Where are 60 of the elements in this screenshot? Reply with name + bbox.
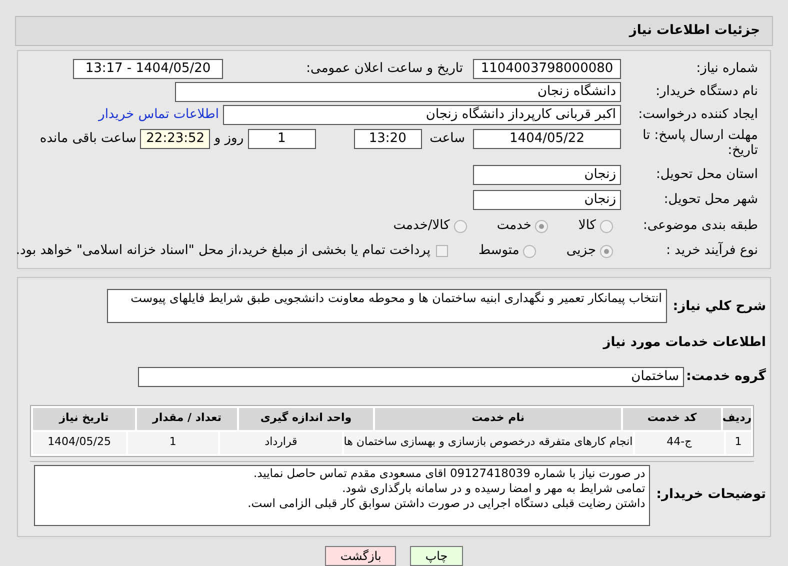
column-header: ردیف: [723, 408, 751, 430]
notes-line: داشتن رضایت قبلی دستگاه اجرایی در صورت داشتن سوابق کار قبلی الزامی است.: [246, 496, 646, 510]
table-cell: 1: [128, 432, 218, 454]
text-field[interactable]: 13:20: [354, 129, 422, 149]
text-field[interactable]: اکبر قربانی کارپرداز دانشگاه زنجان: [223, 105, 621, 125]
field-label: شرح کلي نياز:: [672, 298, 766, 316]
notes-line: در صورت نیاز با شماره 09127418039 اقای مسعودی مقدم تماس حاصل نمایید.: [252, 466, 646, 480]
page-title: جزئیات اطلاعات نیاز: [629, 22, 760, 40]
field-label: طبقه بندی موضوعی:: [642, 217, 758, 236]
summary-textarea[interactable]: انتخاب پیمانکار تعمیر و نگهداری ابنیه ساختمان ها و محوطه معاونت دانشجویی طبق شرایط فایلهای پیوست: [106, 289, 667, 323]
radio-button[interactable]: [535, 220, 548, 232]
column-header: تاریخ نیاز: [33, 408, 135, 430]
field-label: استان محل تحویل:: [655, 166, 758, 184]
text-field[interactable]: زنجان: [473, 165, 621, 185]
table-cell: قرارداد: [220, 432, 342, 454]
field-label: شماره نیاز:: [695, 60, 758, 78]
radio-button[interactable]: [600, 220, 613, 232]
text-field[interactable]: 1404/05/22: [473, 129, 621, 149]
print-button[interactable]: چاپ: [410, 546, 463, 566]
table-cell: انجام کارهای متفرقه درخصوص بازسازی و بهسازی ساختمان ها: [344, 432, 633, 454]
field-label: جزیی: [566, 242, 596, 260]
field-label: ایجاد کننده درخواست:: [637, 106, 758, 124]
field-label: متوسط: [478, 242, 520, 260]
field-label: ساعت باقی مانده: [40, 130, 136, 148]
buyer-contact-link[interactable]: اطلاعات تماس خریدار: [98, 105, 219, 125]
field-label: مهلت ارسال پاسخ: تا تاریخ:: [642, 128, 758, 158]
column-header: واحد اندازه گیری: [239, 408, 373, 430]
checkbox[interactable]: [436, 245, 448, 257]
section-heading: اطلاعات خدمات مورد نیاز: [603, 334, 766, 352]
column-header: تعداد / مقدار: [137, 408, 237, 430]
radio-button[interactable]: [454, 220, 467, 232]
notes-line: تمامی شرایط به مهر و امضا رسیده و در سامانه بارگذاری شود.: [341, 480, 646, 496]
field-label: ساعت: [428, 130, 466, 148]
field-label: گروه خدمت:: [685, 367, 766, 386]
radio-button[interactable]: [523, 244, 536, 258]
table-cell: 1404/05/25: [33, 432, 126, 454]
field-label: نوع فرآیند خرید :: [665, 241, 758, 260]
text-field[interactable]: 1: [248, 129, 316, 149]
field-label: شهر محل تحویل:: [662, 191, 758, 210]
column-header: کد خدمت: [623, 408, 721, 430]
text-field[interactable]: 1404/05/20 - 13:17: [73, 59, 223, 79]
text-field[interactable]: ساختمان: [138, 366, 684, 386]
table-cell: 1: [726, 432, 751, 454]
field-label: پرداخت تمام یا بخشی از مبلغ خرید،از محل "اسناد خزانه اسلامی" خواهد بود.: [16, 242, 430, 260]
field-label: روز و: [214, 130, 244, 148]
field-label: کالا: [578, 217, 596, 236]
back-button[interactable]: بازگشت: [325, 546, 396, 566]
text-field[interactable]: زنجان: [473, 190, 621, 210]
radio-button[interactable]: [600, 244, 613, 258]
column-header: نام خدمت: [375, 408, 621, 430]
field-label: تاریخ و ساعت اعلان عمومی:: [305, 60, 464, 78]
text-field[interactable]: 1104003798000080: [473, 59, 621, 79]
field-label: خدمت: [496, 217, 532, 236]
text-field[interactable]: 22:23:52: [140, 129, 210, 149]
notes-textarea[interactable]: در صورت نیاز با شماره 09127418039 اقای مسعودی مقدم تماس حاصل نمایید. تمامی شرایط به مهر و امضا رسیده و در سامانه بارگذاری شود. داشتن رضایت قبلی دستگاه اجرایی در صورت داشتن سوابق کار قبلی الزامی است.: [34, 464, 650, 526]
table-cell: ج-44: [634, 432, 724, 454]
text-field[interactable]: دانشگاه زنجان: [175, 82, 621, 102]
field-label: نام دستگاه خریدار:: [654, 82, 758, 102]
field-label: توضیحات خریدار:: [656, 486, 766, 504]
field-label: کالا/خدمت: [393, 217, 450, 236]
